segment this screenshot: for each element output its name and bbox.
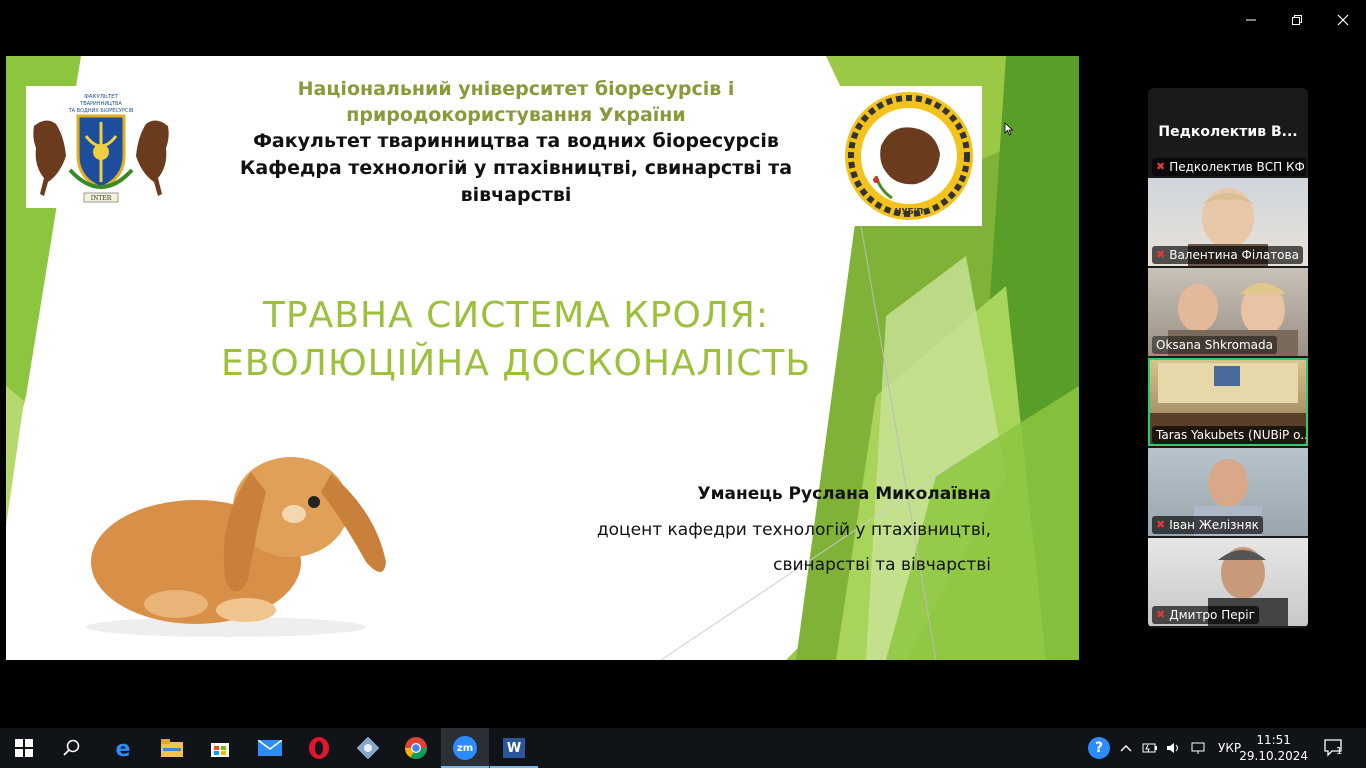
restore-icon[interactable]	[1274, 6, 1320, 34]
minimize-icon[interactable]	[1228, 6, 1274, 34]
file-explorer-icon[interactable]	[148, 728, 196, 768]
svg-text:ТА ВОДНИХ БІОРЕСУРСІВ: ТА ВОДНИХ БІОРЕСУРСІВ	[68, 108, 134, 114]
participant-tile-header[interactable]: Педколектив В... ✖ Педколектив ВСП КФ...	[1148, 88, 1308, 178]
author-name: Уманець Руслана Миколаївна	[697, 484, 991, 504]
volume-icon[interactable]	[1166, 728, 1182, 768]
chrome-icon[interactable]	[392, 728, 440, 768]
author-position-line1: доцент кафедри технологій у птахівництві…	[596, 520, 991, 540]
clock-date: 29.10.2024	[1239, 749, 1308, 763]
logo-motto-inter: INTER	[91, 195, 112, 202]
clock[interactable]: 11:51 29.10.2024	[1239, 732, 1308, 764]
network-icon[interactable]	[1190, 728, 1206, 768]
battery-icon[interactable]	[1142, 728, 1158, 768]
author-position-line2: свинарстві та вівчарстві	[773, 555, 991, 575]
search-icon[interactable]	[48, 728, 96, 768]
participants-panel: Педколектив В... ✖ Педколектив ВСП КФ...…	[1148, 88, 1308, 628]
mail-icon[interactable]	[246, 728, 294, 768]
faculty-department: Факультет тваринництва та водних біоресу…	[239, 130, 793, 206]
notification-count: 1	[1336, 746, 1343, 757]
rabbit-image	[76, 412, 401, 644]
mic-muted-icon: ✖	[1156, 248, 1166, 261]
edge-icon[interactable]: e	[99, 728, 147, 768]
opera-icon[interactable]	[295, 728, 343, 768]
participant-tile[interactable]: ✖ Дмитро Періг	[1148, 538, 1308, 626]
participant-name: ✖ Педколектив ВСП КФ...	[1152, 158, 1306, 176]
university-name: Національний університет біоресурсів і п…	[297, 78, 735, 126]
faculty-logo: INTER ФАКУЛЬТЕТ ТВАРИННИЦТВА ТА ВОДНИХ Б…	[26, 86, 176, 208]
svg-text:e: e	[116, 737, 131, 759]
screen: INTER ФАКУЛЬТЕТ ТВАРИННИЦТВА ТА ВОДНИХ Б…	[0, 0, 1366, 768]
participant-name: ✖ Валентина Філатова	[1152, 246, 1303, 264]
store-icon[interactable]	[196, 728, 244, 768]
shared-slide: INTER ФАКУЛЬТЕТ ТВАРИННИЦТВА ТА ВОДНИХ Б…	[6, 56, 1079, 660]
zoom-icon[interactable]: zm	[441, 728, 489, 768]
mic-muted-icon: ✖	[1156, 608, 1166, 621]
participant-tile-active-speaker[interactable]: Taras Yakubets (NUBiP o...	[1148, 358, 1308, 446]
participant-header-name: Педколектив В...	[1158, 124, 1298, 140]
logo-top-text: ФАКУЛЬТЕТ	[84, 94, 118, 100]
windows-start-icon[interactable]	[0, 728, 48, 768]
mic-muted-icon: ✖	[1156, 518, 1166, 531]
presentation-title: ТРАВНА СИСТЕМА КРОЛЯ: ЕВОЛЮЦІЙНА ДОСКОНА…	[220, 295, 812, 384]
participant-tile[interactable]: Oksana Shkromada	[1148, 268, 1308, 356]
language-indicator[interactable]: УКР	[1218, 728, 1241, 768]
mouse-cursor-icon	[1004, 121, 1014, 140]
svg-text:НУБіП: НУБіП	[895, 206, 923, 216]
taskbar: e zm W ? УКР 11:51 29.10.2024 1	[0, 728, 1366, 768]
notifications-icon[interactable]: 1	[1324, 728, 1344, 768]
chevron-up-icon[interactable]	[1120, 728, 1132, 768]
help-icon[interactable]: ?	[1088, 728, 1110, 768]
word-icon[interactable]: W	[490, 728, 538, 768]
mic-muted-icon: ✖	[1156, 160, 1166, 173]
close-icon[interactable]	[1320, 6, 1366, 34]
tool-icon[interactable]	[344, 728, 392, 768]
participant-name: ✖ Дмитро Періг	[1152, 606, 1259, 624]
participant-name: Taras Yakubets (NUBiP o...	[1152, 426, 1306, 444]
svg-text:ТВАРИННИЦТВА: ТВАРИННИЦТВА	[79, 101, 122, 107]
participant-tile[interactable]: ✖ Валентина Філатова	[1148, 178, 1308, 266]
clock-time: 11:51	[1256, 733, 1291, 747]
participant-tile[interactable]: ✖ Іван Желізняк	[1148, 448, 1308, 536]
participant-name: ✖ Іван Желізняк	[1152, 516, 1263, 534]
participant-name: Oksana Shkromada	[1152, 336, 1277, 354]
